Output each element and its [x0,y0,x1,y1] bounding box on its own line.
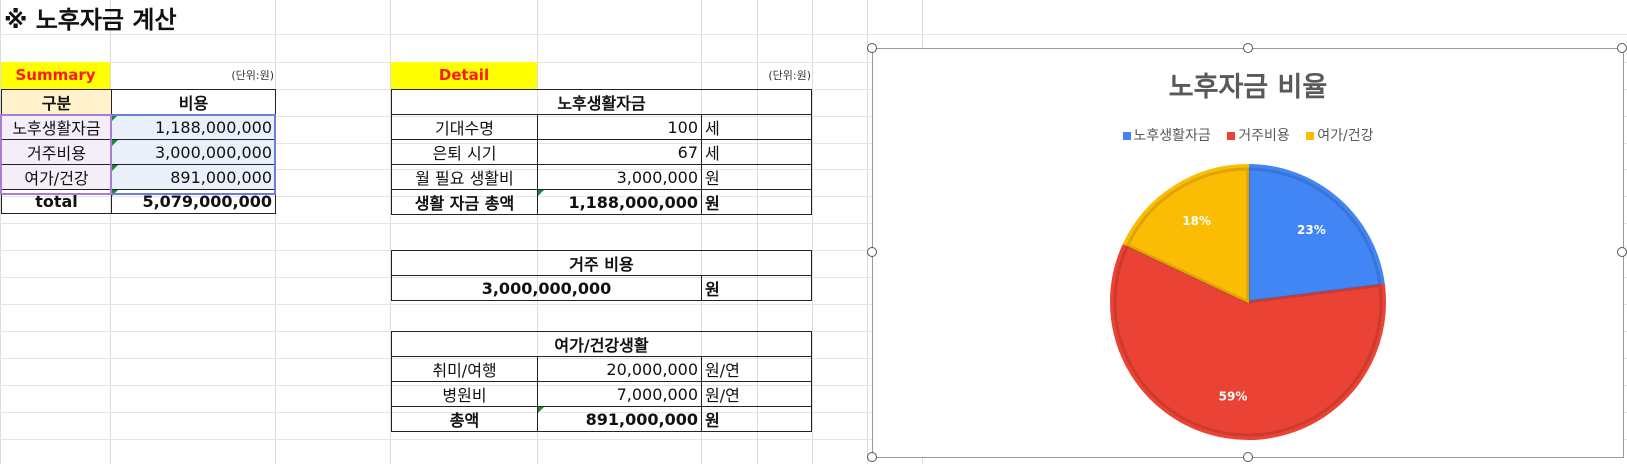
pie-data-label: 59% [1219,390,1248,404]
detail-label[interactable]: Detail [391,62,537,89]
living-total-name[interactable]: 생활 자금 총액 [391,189,538,215]
leisure-total-value[interactable]: 891,000,000 [537,406,702,432]
living-total-value[interactable]: 1,188,000,000 [537,189,702,215]
leisure-row-name[interactable]: 병원비 [391,381,538,407]
living-expenses-table: 노후생활자금 기대수명 100 세 은퇴 시기 67 세 월 필요 생활비 3,… [391,89,812,215]
summary-row-name[interactable]: 노후생활자금 [1,114,112,140]
leisure-row-unit[interactable]: 원/연 [701,356,812,382]
summary-label[interactable]: Summary [1,62,110,89]
detail-unit[interactable]: (단위:원) [537,62,811,89]
housing-unit[interactable]: 원 [701,275,812,301]
resize-handle-top-right[interactable] [1617,43,1627,53]
summary-table: 구분 비용 노후생활자금 1,188,000,000 거주비용 3,000,00… [1,89,276,214]
leisure-table: 여가/건강생활 취미/여행 20,000,000 원/연 병원비 7,000,0… [391,331,812,432]
pie-data-label: 23% [1297,223,1326,237]
living-row-value[interactable]: 100 [537,114,702,140]
living-row-unit[interactable]: 세 [701,114,812,140]
living-row-name[interactable]: 은퇴 시기 [391,139,538,165]
resize-handle-bottom-left[interactable] [867,452,877,462]
living-total-unit[interactable]: 원 [701,189,812,215]
housing-title[interactable]: 거주 비용 [391,250,812,276]
living-row-name[interactable]: 기대수명 [391,114,538,140]
leisure-total-unit[interactable]: 원 [701,406,812,432]
summary-total-name[interactable]: total [1,189,112,214]
leisure-row-value[interactable]: 20,000,000 [537,356,702,382]
resize-handle-top[interactable] [1243,43,1253,53]
summary-unit[interactable]: (단위:원) [110,62,274,89]
resize-handle-left[interactable] [867,247,877,257]
leisure-total-name[interactable]: 총액 [391,406,538,432]
living-row-unit[interactable]: 원 [701,164,812,190]
living-row-value[interactable]: 3,000,000 [537,164,702,190]
resize-handle-right[interactable] [1617,247,1627,257]
summary-row-value[interactable]: 891,000,000 [111,164,276,190]
pie-chart[interactable]: 노후자금 비율 노후생활자금 거주비용 여가/건강 23% 59% 18% [872,48,1624,458]
pie-data-label: 18% [1182,214,1211,228]
leisure-row-name[interactable]: 취미/여행 [391,356,538,382]
summary-total-value[interactable]: 5,079,000,000 [111,189,276,214]
summary-header-cost[interactable]: 비용 [111,89,276,115]
living-row-name[interactable]: 월 필요 생활비 [391,164,538,190]
housing-table: 거주 비용 3,000,000,000 원 [391,250,812,301]
resize-handle-top-left[interactable] [867,43,877,53]
summary-row-name[interactable]: 여가/건강 [1,164,112,190]
housing-value[interactable]: 3,000,000,000 [391,275,702,301]
summary-header-category[interactable]: 구분 [1,89,112,115]
summary-row-name[interactable]: 거주비용 [1,139,112,165]
leisure-title[interactable]: 여가/건강생활 [391,331,812,357]
living-row-value[interactable]: 67 [537,139,702,165]
pie-plot[interactable]: 23% 59% 18% [873,49,1623,457]
leisure-row-unit[interactable]: 원/연 [701,381,812,407]
living-title[interactable]: 노후생활자금 [391,89,812,115]
sheet-title: ※ 노후자금 계산 [4,6,177,34]
summary-row-value[interactable]: 1,188,000,000 [111,114,276,140]
leisure-row-value[interactable]: 7,000,000 [537,381,702,407]
living-row-unit[interactable]: 세 [701,139,812,165]
resize-handle-bottom[interactable] [1243,452,1253,462]
summary-row-value[interactable]: 3,000,000,000 [111,139,276,165]
